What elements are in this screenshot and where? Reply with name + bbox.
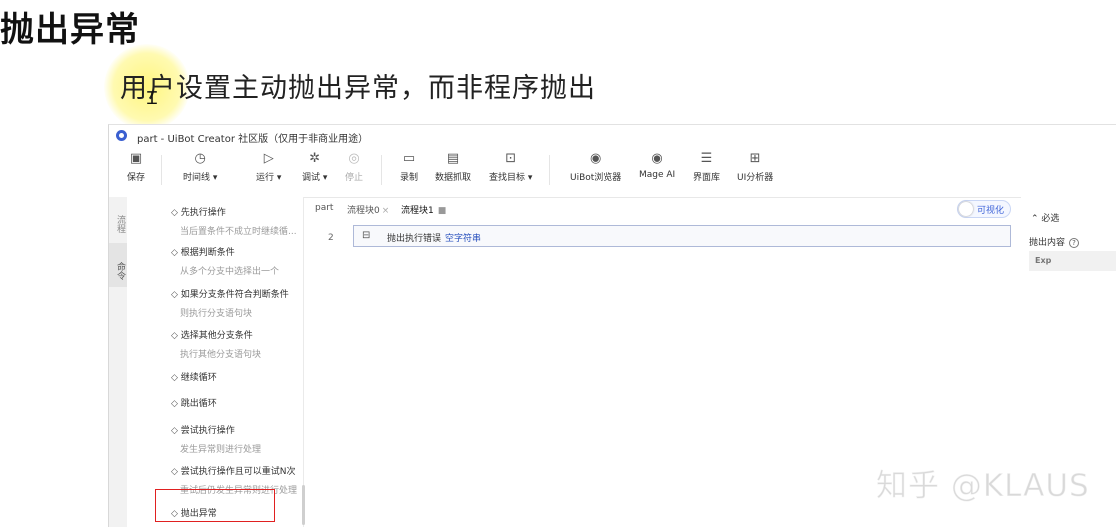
content-field-label: 抛出内容	[1029, 238, 1066, 248]
play-icon: ▷	[263, 151, 274, 166]
toolbar-divider	[549, 155, 550, 185]
mage-ai-button[interactable]: ◉ Mage AI	[639, 151, 675, 180]
stop-icon: ◎	[348, 151, 360, 166]
exp-badge[interactable]: Exp	[1035, 256, 1051, 265]
left-tab-strip: 流程 命令	[109, 197, 128, 527]
window-title: part - UiBot Creator 社区版（仅用于非商业用途）	[137, 134, 369, 145]
text-cursor-icon: Ɪ	[147, 88, 158, 109]
tab-flow-block-1[interactable]: 流程块1 ■	[401, 203, 446, 216]
ui-analyzer-button[interactable]: ⊞ UI分析器	[737, 151, 773, 183]
line-number: 2	[328, 233, 334, 243]
tab-part[interactable]: part	[315, 203, 333, 213]
find-target-icon: ⊡	[505, 151, 517, 166]
block-icon: ⊟	[362, 230, 371, 241]
ui-library-button[interactable]: ☰ 界面库	[693, 151, 720, 183]
ui-library-icon: ☰	[700, 151, 713, 166]
bug-icon: ✲	[309, 151, 321, 166]
content-expression-input[interactable]: Exp	[1029, 251, 1116, 271]
required-section-toggle[interactable]: ⌃ 必选	[1031, 211, 1059, 224]
debug-button[interactable]: ✲ 调试 ▾	[302, 151, 327, 183]
command-item[interactable]: 根据判断条件 从多个分支中选择出一个	[171, 245, 279, 277]
command-item[interactable]: 尝试执行操作 发生异常则进行处理	[171, 423, 261, 455]
find-target-button[interactable]: ⊡ 查找目标 ▾	[489, 151, 532, 183]
title-bar: part - UiBot Creator 社区版（仅用于非商业用途）	[109, 125, 1116, 147]
toolbar: ▣ 保存 ◷ 时间线 ▾ ▷ 运行 ▾ ✲ 调试 ▾ ◎ 停止 ▭ 录制 ▤ 数…	[109, 147, 1116, 198]
visual-mode-toggle[interactable]: 可视化	[957, 200, 1011, 218]
clock-icon: ◷	[194, 151, 206, 166]
tab-flow[interactable]: 流程	[109, 207, 127, 241]
tab-commands[interactable]: 命令	[109, 243, 127, 287]
toggle-knob	[959, 202, 973, 216]
statement-argument[interactable]: 空字符串	[445, 234, 481, 244]
ui-analyzer-icon: ⊞	[749, 151, 761, 166]
uibot-browser-button[interactable]: ◉ UiBot浏览器	[570, 151, 621, 183]
record-icon: ▭	[402, 151, 416, 166]
editor-tabs: part part 流程块0× 流程块1■ 可视化	[307, 197, 1011, 222]
uibot-logo-icon	[116, 130, 127, 141]
browser-icon: ◉	[589, 151, 602, 166]
save-button[interactable]: ▣ 保存	[127, 151, 145, 183]
timeline-button[interactable]: ◷ 时间线 ▾	[183, 151, 217, 183]
unsaved-dot-icon: ■	[437, 206, 447, 216]
code-statement[interactable]: ⊟ 抛出执行错误 空字符串	[353, 225, 1011, 247]
command-list-scrollbar[interactable]	[302, 485, 305, 525]
data-scrape-button[interactable]: ▤ 数据抓取	[435, 151, 471, 183]
command-list: 先执行操作 当后置条件不成立时继续循... 根据判断条件 从多个分支中选择出一个…	[127, 197, 304, 527]
help-icon[interactable]: ?	[1069, 238, 1080, 248]
toolbar-divider	[161, 155, 162, 185]
run-button[interactable]: ▷ 运行 ▾	[256, 151, 281, 183]
record-button[interactable]: ▭ 录制	[400, 151, 418, 183]
selection-highlight-box	[155, 489, 275, 522]
save-icon: ▣	[129, 151, 143, 166]
command-item[interactable]: 选择其他分支条件 执行其他分支语句块	[171, 328, 261, 360]
command-item[interactable]: 先执行操作 当后置条件不成立时继续循...	[171, 205, 297, 237]
stop-button[interactable]: ◎ 停止	[345, 151, 363, 183]
statement-text: 抛出执行错误	[387, 234, 442, 244]
close-icon[interactable]: ×	[382, 206, 390, 216]
tab-flow-block-0[interactable]: part 流程块0×	[347, 203, 389, 216]
command-item[interactable]: 跳出循环	[171, 396, 217, 409]
page-heading: 抛出异常	[0, 10, 140, 50]
command-item[interactable]: 如果分支条件符合判断条件 则执行分支语句块	[171, 287, 289, 319]
command-item[interactable]: 继续循环	[171, 370, 217, 383]
toolbar-divider	[381, 155, 382, 185]
page-subtitle: 用户设置主动抛出异常，而非程序抛出	[120, 73, 596, 104]
data-scrape-icon: ▤	[446, 151, 460, 166]
watermark: 知乎 @KLAUS	[876, 468, 1090, 505]
mage-ai-icon: ◉	[651, 151, 663, 166]
